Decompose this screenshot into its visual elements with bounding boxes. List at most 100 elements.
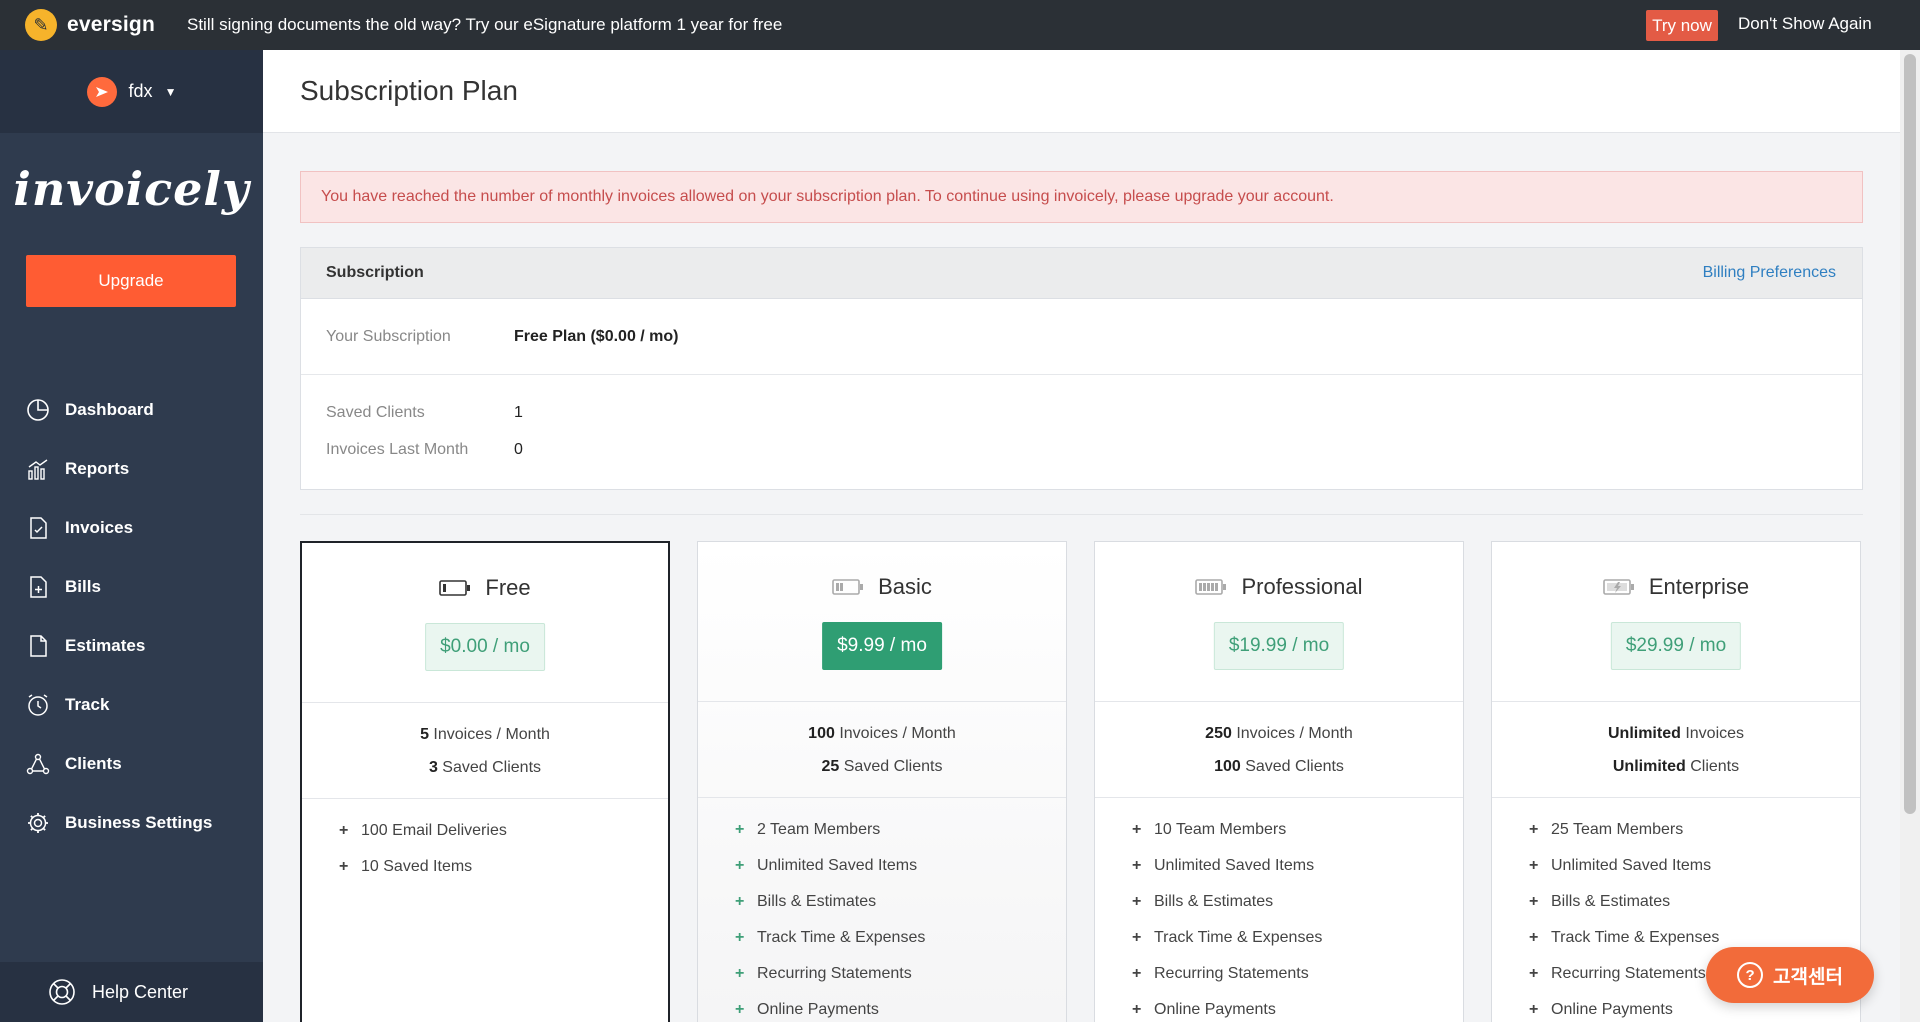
plus-icon: +: [735, 965, 745, 982]
reports-icon: [25, 456, 51, 482]
limit-alert: You have reached the number of monthly i…: [300, 171, 1863, 223]
account-name: fdx: [128, 81, 153, 101]
feature-item: + Online Payments: [1132, 1001, 1276, 1018]
plan-title: Basic: [698, 574, 1066, 600]
sidebar-item-label: Clients: [65, 753, 122, 773]
scrollbar-thumb[interactable]: [1904, 54, 1916, 814]
plan-limits: 250 Invoices / Month 100 Saved Clients: [1095, 702, 1463, 798]
invoices-icon: [25, 515, 51, 541]
feature-item: + Unlimited Saved Items: [1529, 857, 1712, 874]
plan-title: Enterprise: [1492, 574, 1860, 600]
plan-card-free: Free $0.00 / mo 5 Invoices / Month 3 Sav…: [300, 541, 670, 1022]
promo-banner: ✎ eversign Still signing documents the o…: [0, 0, 1920, 50]
plan-features: +100 Email Deliveries +10 Saved Items: [302, 799, 668, 885]
plus-icon: +: [1529, 857, 1539, 874]
plus-icon: +: [1132, 893, 1142, 910]
plan-limits: 100 Invoices / Month 25 Saved Clients: [698, 702, 1066, 798]
lifebuoy-icon: [49, 979, 75, 1005]
invoices-limit: 100 Invoices / Month: [808, 724, 956, 742]
your-subscription-label: Your Subscription: [326, 327, 451, 345]
feature-item: + Bills & Estimates: [735, 893, 877, 910]
battery-charging-icon: [1603, 579, 1634, 595]
page-header: Subscription Plan: [263, 50, 1900, 133]
plan-price-button[interactable]: $29.99 / mo: [1610, 622, 1742, 670]
account-switcher[interactable]: fdx ▼: [0, 50, 263, 133]
feature-item: +25 Team Members: [1529, 821, 1684, 838]
clients-limit: Unlimited Clients: [1612, 757, 1740, 775]
sidebar-item-clients[interactable]: Clients: [0, 734, 263, 793]
plan-title: Professional: [1095, 574, 1463, 600]
eversign-logo-icon: ✎: [25, 9, 57, 41]
plan-features: +10 Team Members + Unlimited Saved Items …: [1095, 798, 1463, 1022]
plan-header: Basic $9.99 / mo: [698, 542, 1066, 702]
plus-icon: +: [1132, 929, 1142, 946]
bird-icon: [95, 86, 108, 97]
clients-icon: [25, 751, 51, 777]
plus-icon: +: [1529, 1001, 1539, 1018]
sidebar-item-track[interactable]: Track: [0, 675, 263, 734]
feature-item: + Online Payments: [735, 1001, 879, 1018]
plus-icon: +: [1132, 857, 1142, 874]
help-center-label: Help Center: [92, 981, 189, 1002]
sidebar-item-estimates[interactable]: Estimates: [0, 616, 263, 675]
sidebar: fdx ▼ invoicely Upgrade Dashboard Report…: [0, 50, 263, 1022]
dont-show-again-link[interactable]: Don't Show Again: [1738, 14, 1872, 34]
plus-icon: +: [1132, 1001, 1142, 1018]
plus-icon: +: [1529, 893, 1539, 910]
chevron-down-icon: ▼: [164, 84, 177, 99]
bills-icon: [25, 574, 51, 600]
plan-header: Enterprise $29.99 / mo: [1492, 542, 1860, 702]
plus-icon: +: [1529, 821, 1539, 838]
track-icon: [25, 692, 51, 718]
plan-name: Free: [485, 575, 531, 600]
help-center-link[interactable]: Help Center: [0, 962, 263, 1022]
battery-low-icon: [832, 579, 864, 595]
billing-preferences-link[interactable]: Billing Preferences: [1703, 264, 1836, 282]
plan-features: +2 Team Members + Unlimited Saved Items +…: [698, 798, 1066, 1022]
plan-name: Basic: [878, 574, 932, 599]
feature-item: + Track Time & Expenses: [735, 929, 926, 946]
feature-item: + Recurring Statements: [735, 965, 912, 982]
invoicely-logo: invoicely: [13, 162, 250, 216]
feature-item: +100 Email Deliveries: [339, 822, 507, 839]
section-divider: [300, 514, 1863, 515]
invoices-last-month-value: 0: [514, 440, 523, 458]
invoices-limit: 5 Invoices / Month: [420, 725, 550, 743]
estimates-icon: [25, 633, 51, 659]
page-scrollbar[interactable]: [1900, 50, 1920, 1022]
invoices-last-month-label: Invoices Last Month: [326, 440, 469, 458]
sidebar-item-bills[interactable]: Bills: [0, 557, 263, 616]
invoices-limit: 250 Invoices / Month: [1205, 724, 1353, 742]
feature-item: + Unlimited Saved Items: [735, 857, 918, 874]
plan-price-button[interactable]: $19.99 / mo: [1213, 622, 1345, 670]
sidebar-item-label: Track: [65, 694, 110, 714]
sidebar-item-business-settings[interactable]: Business Settings: [0, 793, 263, 852]
your-subscription-row: Your Subscription Free Plan ($0.00 / mo): [301, 299, 1862, 375]
customer-center-button[interactable]: ? 고객센터: [1706, 947, 1874, 1003]
feature-item: + Track Time & Expenses: [1132, 929, 1323, 946]
plus-icon: +: [735, 821, 745, 838]
dashboard-icon: [25, 397, 51, 423]
sidebar-item-reports[interactable]: Reports: [0, 439, 263, 498]
sidebar-item-dashboard[interactable]: Dashboard: [0, 380, 263, 439]
feature-item: +10 Saved Items: [339, 858, 473, 875]
plus-icon: +: [735, 1001, 745, 1018]
sidebar-item-label: Estimates: [65, 635, 146, 655]
feature-item: + Bills & Estimates: [1132, 893, 1274, 910]
plan-limits: Unlimited Invoices Unlimited Clients: [1492, 702, 1860, 798]
saved-clients-row: Saved Clients 1: [301, 394, 1862, 431]
sidebar-item-invoices[interactable]: Invoices: [0, 498, 263, 557]
feature-item: +10 Team Members: [1132, 821, 1287, 838]
plan-limits: 5 Invoices / Month 3 Saved Clients: [302, 703, 668, 799]
sidebar-nav: Dashboard Reports Invoices Bills Estimat…: [0, 380, 263, 852]
plan-price-button[interactable]: $0.00 / mo: [425, 623, 545, 671]
plan-title: Free: [302, 575, 668, 601]
feature-item: + Recurring Statements: [1132, 965, 1309, 982]
clients-limit: 100 Saved Clients: [1214, 757, 1344, 775]
settings-icon: [25, 810, 51, 836]
plan-price-button[interactable]: $9.99 / mo: [822, 622, 942, 670]
account-avatar: [86, 76, 117, 107]
sidebar-item-label: Business Settings: [65, 812, 213, 832]
try-now-button[interactable]: Try now: [1646, 10, 1718, 41]
upgrade-button[interactable]: Upgrade: [26, 255, 236, 307]
